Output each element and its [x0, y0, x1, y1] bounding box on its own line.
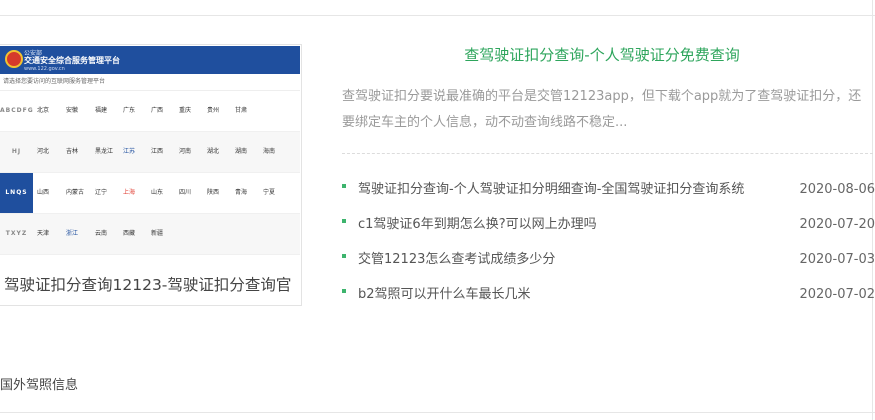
- province-label: 天津: [37, 230, 50, 237]
- province-label: 甘肃: [235, 107, 248, 114]
- province-label: 北京: [37, 107, 50, 114]
- province-label: 湖北: [207, 148, 220, 155]
- province-label: 海南: [263, 148, 276, 155]
- article-summary: 查驾驶证扣分要说最准确的平台是交管12123app，但下载个app就为了查驾驶证…: [342, 89, 862, 130]
- province-label: 湖南: [235, 148, 248, 155]
- related-article-date: 2020-08-06: [799, 182, 875, 197]
- bullet-icon: [342, 254, 346, 258]
- related-articles-list: 驾驶证扣分查询-个人驾驶证扣分明细查询-全国驾驶证扣分查询系统 2020-08-…: [342, 172, 875, 312]
- list-item[interactable]: 交管12123怎么查考试成绩多少分 2020-07-03: [342, 242, 875, 277]
- list-item[interactable]: b2驾照可以开什么车最长几米 2020-07-02: [342, 277, 875, 312]
- list-item[interactable]: c1驾驶证6年到期怎么换?可以网上办理吗 2020-07-20: [342, 207, 875, 242]
- province-label: 重庆: [179, 107, 192, 114]
- province-label: 广西: [151, 107, 164, 114]
- featured-card-title[interactable]: 驾驶证扣分查询12123-驾驶证扣分查询官: [0, 265, 302, 305]
- thumbnail-site-title: 交通安全综合服务管理平台: [24, 56, 120, 65]
- province-label: 陕西: [207, 189, 220, 196]
- province-label: 辽宁: [95, 189, 108, 196]
- related-article-link[interactable]: 驾驶证扣分查询-个人驾驶证扣分明细查询-全国驾驶证扣分查询系统: [358, 172, 744, 207]
- thumbnail-region-row: LNQS 山西 内蒙古 辽宁 上海 山东 四川 陕西 青海 宁夏: [0, 173, 300, 214]
- province-label: 黑龙江: [95, 148, 114, 155]
- featured-card[interactable]: 公安部 交通安全综合服务管理平台 www.122.gov.cn 请选择您要访问的…: [0, 44, 302, 306]
- region-letters: ABCDFG: [0, 107, 34, 114]
- province-label: 河北: [37, 148, 50, 155]
- related-article-link[interactable]: 交管12123怎么查考试成绩多少分: [358, 242, 555, 277]
- province-label: 内蒙古: [66, 189, 85, 196]
- thumbnail-region-row: ABCDFG 北京 安徽 福建 广东 广西 重庆 贵州 甘肃: [0, 91, 300, 132]
- top-divider: [0, 15, 875, 16]
- thumbnail-region-row: TXYZ 天津 浙江 云南 西藏 新疆: [0, 214, 300, 255]
- thumbnail-site-url: www.122.gov.cn: [24, 66, 65, 72]
- province-label: 西藏: [123, 230, 136, 237]
- region-letters: LNQS: [0, 173, 33, 213]
- region-letters: HJ: [11, 148, 22, 155]
- bottom-divider: [0, 412, 875, 413]
- province-label: 吉林: [66, 148, 79, 155]
- province-label: 广东: [123, 107, 136, 114]
- related-article-date: 2020-07-20: [799, 217, 875, 232]
- thumbnail-header: 公安部 交通安全综合服务管理平台 www.122.gov.cn: [0, 46, 300, 74]
- province-label: 江苏: [123, 148, 136, 155]
- province-label: 贵州: [207, 107, 220, 114]
- bullet-icon: [342, 219, 346, 223]
- article-headline-link[interactable]: 查驾驶证扣分查询-个人驾驶证分免费查询: [342, 44, 862, 65]
- related-article-link[interactable]: b2驾照可以开什么车最长几米: [358, 277, 531, 312]
- dashed-divider: [342, 153, 873, 154]
- bullet-icon: [342, 184, 346, 188]
- section-heading: 国外驾照信息: [0, 378, 79, 393]
- province-label: 河南: [179, 148, 192, 155]
- list-item[interactable]: 驾驶证扣分查询-个人驾驶证扣分明细查询-全国驾驶证扣分查询系统 2020-08-…: [342, 172, 875, 207]
- province-label: 山东: [151, 189, 164, 196]
- province-label: 福建: [95, 107, 108, 114]
- province-label: 青海: [235, 189, 248, 196]
- related-article-date: 2020-07-03: [799, 252, 875, 267]
- featured-thumbnail[interactable]: 公安部 交通安全综合服务管理平台 www.122.gov.cn 请选择您要访问的…: [0, 46, 300, 261]
- region-letters: TXYZ: [5, 230, 28, 237]
- province-label: 云南: [95, 230, 108, 237]
- province-label: 四川: [179, 189, 192, 196]
- thumbnail-region-row: HJ 河北 吉林 黑龙江 江苏 江西 河南 湖北 湖南 海南: [0, 132, 300, 173]
- thumbnail-subtitle: 请选择您要访问的互联网服务管理平台: [0, 74, 300, 91]
- related-article-date: 2020-07-02: [799, 287, 875, 302]
- province-label: 安徽: [66, 107, 79, 114]
- police-emblem-icon: [5, 50, 23, 68]
- province-label: 山西: [37, 189, 50, 196]
- bullet-icon: [342, 289, 346, 293]
- province-label: 江西: [151, 148, 164, 155]
- province-label: 上海: [123, 189, 136, 196]
- related-article-link[interactable]: c1驾驶证6年到期怎么换?可以网上办理吗: [358, 207, 597, 242]
- province-label: 宁夏: [263, 189, 276, 196]
- province-label: 浙江: [66, 230, 79, 237]
- province-label: 新疆: [151, 230, 164, 237]
